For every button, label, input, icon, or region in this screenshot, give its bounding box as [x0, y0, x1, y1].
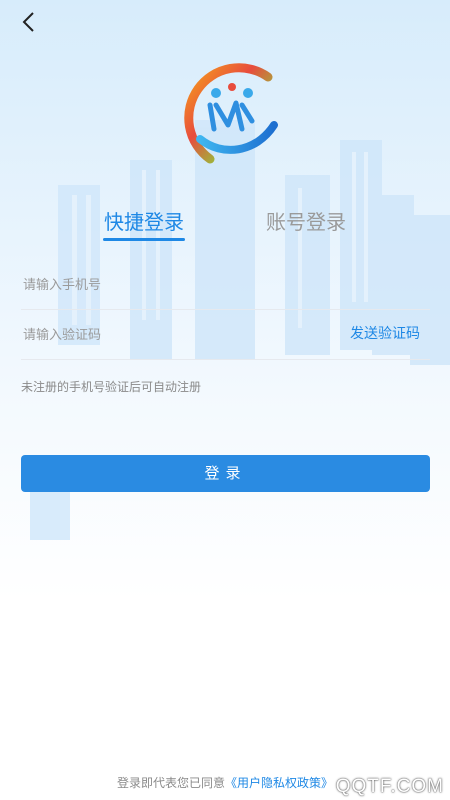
privacy-policy-link[interactable]: 《用户隐私权政策》	[225, 776, 333, 790]
back-button[interactable]	[14, 8, 42, 36]
phone-input[interactable]	[21, 259, 325, 311]
tab-account-login[interactable]: 账号登录	[258, 205, 354, 245]
active-tab-indicator	[103, 238, 185, 241]
chevron-left-icon	[22, 12, 34, 32]
code-field-row: 发送验证码	[21, 309, 430, 361]
login-tabs: 快捷登录 账号登录	[0, 205, 450, 245]
agreement-prefix: 登录即代表您已同意	[116, 776, 225, 790]
send-code-button[interactable]: 发送验证码	[350, 309, 420, 359]
auto-register-hint: 未注册的手机号验证后可自动注册	[21, 380, 202, 394]
phone-field-row	[21, 259, 430, 311]
login-button[interactable]: 登录	[21, 455, 430, 492]
watermark: QQTF.COM	[335, 776, 444, 797]
verification-code-input[interactable]	[21, 309, 325, 361]
app-logo	[184, 63, 278, 164]
